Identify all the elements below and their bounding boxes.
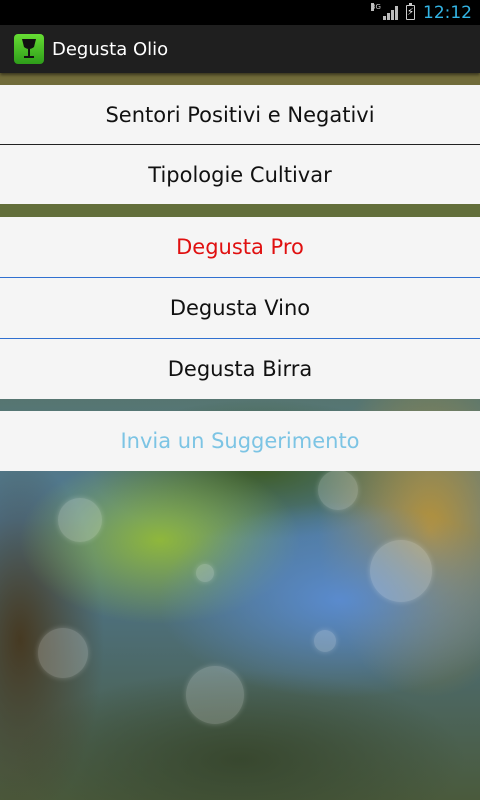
action-bar: Degusta Olio xyxy=(0,25,480,73)
menu-button-degusta-pro[interactable]: Degusta Pro xyxy=(0,217,480,277)
menu-label: Tipologie Cultivar xyxy=(148,162,332,187)
app-screen: 3G ⚡ 12:12 Degusta Olio Sentori Positivi… xyxy=(0,0,480,800)
background-bokeh xyxy=(370,540,432,602)
network-type-label: 3G xyxy=(371,2,381,11)
menu-button-degusta-vino[interactable]: Degusta Vino xyxy=(0,278,480,338)
status-clock: 12:12 xyxy=(423,2,472,23)
background-bokeh xyxy=(38,628,88,678)
background-bokeh xyxy=(58,498,102,542)
menu-label: Degusta Pro xyxy=(176,235,304,259)
wine-glass-glyph xyxy=(22,39,36,58)
menu-button-tipologie[interactable]: Tipologie Cultivar xyxy=(0,145,480,204)
menu-button-sentori[interactable]: Sentori Positivi e Negativi xyxy=(0,85,480,144)
menu-label: Invia un Suggerimento xyxy=(120,429,360,453)
menu-label: Degusta Birra xyxy=(167,357,313,381)
menu-label: Sentori Positivi e Negativi xyxy=(105,102,375,127)
app-title: Degusta Olio xyxy=(52,38,169,60)
menu-label: Degusta Vino xyxy=(169,296,311,320)
menu-button-degusta-birra[interactable]: Degusta Birra xyxy=(0,339,480,399)
background-bokeh xyxy=(196,564,214,582)
signal-icon: 3G xyxy=(371,2,398,20)
menu-button-suggerimento[interactable]: Invia un Suggerimento xyxy=(0,411,480,471)
background-bokeh xyxy=(186,666,244,724)
battery-charging-icon: ⚡ xyxy=(406,3,415,20)
status-bar: 3G ⚡ 12:12 xyxy=(0,0,480,25)
background-bokeh xyxy=(314,630,336,652)
wine-glass-icon[interactable] xyxy=(14,34,44,64)
background-bokeh xyxy=(318,470,358,510)
